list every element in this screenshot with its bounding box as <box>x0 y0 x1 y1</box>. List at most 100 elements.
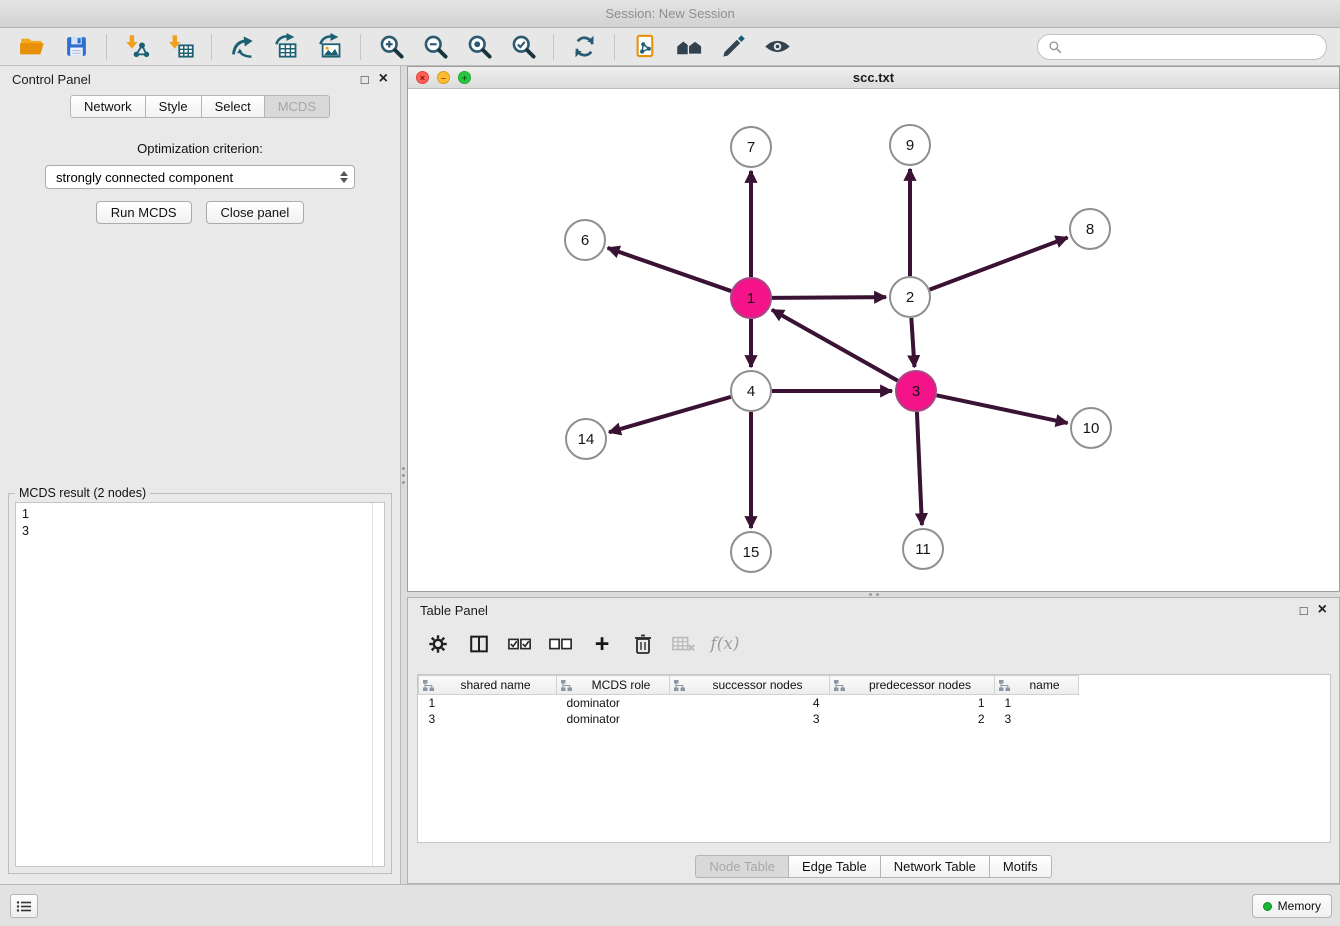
graph-edge-2-8[interactable] <box>930 237 1068 289</box>
mcds-result-box: 13 <box>15 502 385 867</box>
column-header-predecessor-nodes[interactable]: predecessor nodes <box>830 676 995 695</box>
task-history-button[interactable] <box>10 894 38 918</box>
column-header-name[interactable]: name <box>995 676 1079 695</box>
split-columns-button[interactable] <box>465 630 493 658</box>
table-toolbar: + f(x) <box>408 622 1339 666</box>
result-scrollbar[interactable] <box>372 503 384 866</box>
export-table-icon <box>273 33 300 60</box>
table-cell[interactable]: dominator <box>557 695 670 711</box>
table-panel-title: Table Panel <box>420 603 1290 618</box>
checked-boxes-icon <box>508 635 532 653</box>
import-table-button[interactable] <box>166 32 196 62</box>
add-column-button[interactable]: + <box>588 630 616 658</box>
vertical-splitter[interactable] <box>399 458 407 492</box>
close-window-icon[interactable]: × <box>416 71 429 84</box>
table-cell[interactable]: 1 <box>830 695 995 711</box>
memory-status-icon <box>1263 902 1272 911</box>
tab-mcds[interactable]: MCDS <box>264 95 330 118</box>
column-header-successor-nodes[interactable]: successor nodes <box>670 676 830 695</box>
export-image-button[interactable] <box>315 32 345 62</box>
float-panel-icon[interactable]: □ <box>361 73 369 86</box>
table-cell[interactable]: 2 <box>830 711 995 727</box>
table-cell[interactable]: 1 <box>995 695 1079 711</box>
split-columns-icon <box>468 633 490 655</box>
graph-edge-1-6[interactable] <box>608 248 732 291</box>
graph-edge-4-14[interactable] <box>609 397 731 432</box>
tab-edge-table[interactable]: Edge Table <box>788 855 881 878</box>
clone-network-button[interactable] <box>630 32 660 62</box>
export-table-button[interactable] <box>271 32 301 62</box>
table-cell[interactable]: 3 <box>419 711 557 727</box>
column-header-shared-name[interactable]: shared name <box>419 676 557 695</box>
table-cell[interactable]: 4 <box>670 695 830 711</box>
delete-column-button[interactable] <box>629 630 657 658</box>
toolbar-separator <box>106 34 107 60</box>
memory-label: Memory <box>1278 899 1321 913</box>
function-builder-button[interactable]: f(x) <box>711 630 739 658</box>
toolbar-separator <box>360 34 361 60</box>
table-cell[interactable]: 1 <box>419 695 557 711</box>
table-row[interactable]: 3dominator323 <box>419 711 1331 727</box>
optimization-label: Optimization criterion: <box>0 141 400 156</box>
table-settings-button[interactable] <box>424 630 452 658</box>
maximize-window-icon[interactable]: + <box>458 71 471 84</box>
minimize-window-icon[interactable]: – <box>437 71 450 84</box>
close-panel-icon[interactable]: × <box>379 71 388 87</box>
attribute-icon <box>673 679 686 692</box>
control-panel-header: Control Panel □ × <box>0 66 400 92</box>
show-graphics-details-button[interactable] <box>762 32 792 62</box>
float-table-panel-icon[interactable]: □ <box>1300 604 1308 617</box>
tab-style[interactable]: Style <box>145 95 202 118</box>
table-cell[interactable]: 3 <box>670 711 830 727</box>
graph-edge-3-1[interactable] <box>772 310 898 381</box>
select-all-columns-button[interactable] <box>506 630 534 658</box>
zoom-selected-icon <box>510 33 537 60</box>
zoom-out-button[interactable] <box>420 32 450 62</box>
save-session-button[interactable] <box>61 32 91 62</box>
new-network-button[interactable] <box>227 32 257 62</box>
save-icon <box>64 34 89 59</box>
tab-select[interactable]: Select <box>201 95 265 118</box>
zoom-selected-button[interactable] <box>508 32 538 62</box>
delete-table-button-disabled <box>670 630 698 658</box>
tab-network[interactable]: Network <box>70 95 146 118</box>
table-row[interactable]: 1dominator411 <box>419 695 1331 711</box>
deselect-all-columns-button[interactable] <box>547 630 575 658</box>
mcds-result-title: MCDS result (2 nodes) <box>15 486 150 500</box>
graph-node-label: 4 <box>747 383 755 400</box>
tab-network-table[interactable]: Network Table <box>880 855 990 878</box>
graph-node-label: 7 <box>747 139 755 156</box>
graph-node-label: 10 <box>1083 420 1100 437</box>
graph-edge-1-2[interactable] <box>772 297 886 298</box>
mcds-result-group: MCDS result (2 nodes) 13 <box>8 493 392 874</box>
close-panel-button[interactable]: Close panel <box>206 201 305 224</box>
table-cell[interactable]: 3 <box>995 711 1079 727</box>
column-header-MCDS-role[interactable]: MCDS role <box>557 676 670 695</box>
tab-motifs[interactable]: Motifs <box>989 855 1052 878</box>
export-image-icon <box>317 33 344 60</box>
import-network-button[interactable] <box>122 32 152 62</box>
memory-button[interactable]: Memory <box>1252 894 1332 918</box>
apply-style-button[interactable] <box>718 32 748 62</box>
network-canvas[interactable]: 7968124314101511 <box>408 89 1339 591</box>
node-table-grid: shared nameMCDS rolesuccessor nodesprede… <box>418 675 1330 727</box>
main-toolbar <box>0 28 1340 66</box>
optimization-criterion-select[interactable]: strongly connected component <box>45 165 355 189</box>
toolbar-separator <box>614 34 615 60</box>
zoom-in-button[interactable] <box>376 32 406 62</box>
curved-arrows-icon <box>229 33 256 60</box>
network-window-titlebar: × – + scc.txt <box>408 67 1339 89</box>
graph-edge-3-10[interactable] <box>937 395 1068 423</box>
refresh-button[interactable] <box>569 32 599 62</box>
graph-edge-2-3[interactable] <box>911 318 914 367</box>
close-table-panel-icon[interactable]: × <box>1318 602 1327 618</box>
network-overview-button[interactable] <box>674 32 704 62</box>
tab-node-table[interactable]: Node Table <box>695 855 789 878</box>
graph-node-label: 1 <box>747 290 755 307</box>
run-mcds-button[interactable]: Run MCDS <box>96 201 192 224</box>
graph-edge-3-11[interactable] <box>917 412 922 525</box>
open-session-button[interactable] <box>17 32 47 62</box>
table-cell[interactable]: dominator <box>557 711 670 727</box>
search-input[interactable] <box>1068 40 1316 55</box>
zoom-fit-button[interactable] <box>464 32 494 62</box>
